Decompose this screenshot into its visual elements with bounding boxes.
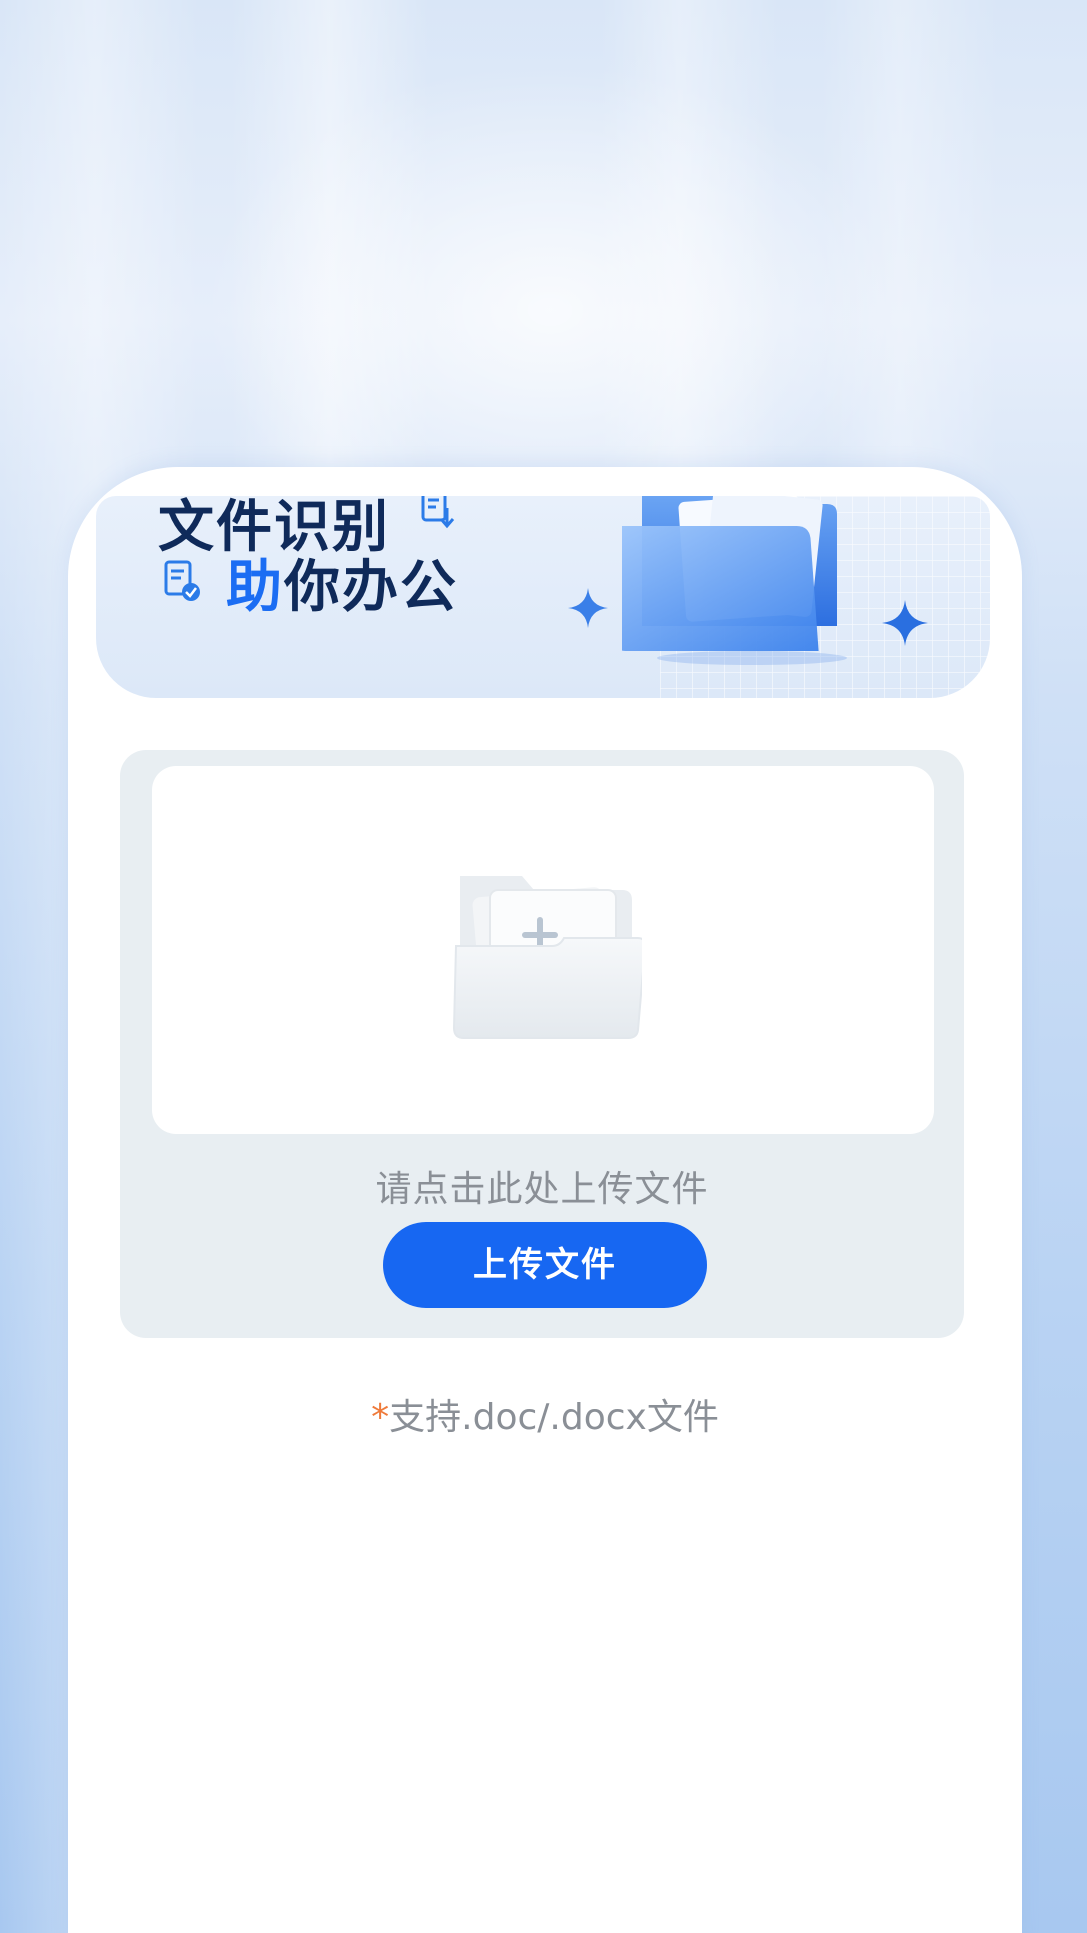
upload-hint[interactable]: 请点击此处上传文件: [120, 1160, 964, 1212]
required-asterisk: *: [371, 1397, 390, 1438]
banner-title-accent: 助: [226, 555, 284, 620]
document-download-icon: [421, 496, 455, 529]
page: 文件识别 助你办公 请点击此处上传文件 上传文件 *支持.doc/.docx文件: [0, 0, 1087, 1933]
supported-formats-note: *支持.doc/.docx文件: [68, 1388, 1022, 1440]
sparkle-icon: [882, 600, 928, 646]
folder-plus-icon[interactable]: [442, 868, 642, 1040]
upload-file-button[interactable]: 上传文件: [383, 1222, 707, 1308]
document-check-icon: [164, 560, 200, 601]
banner-title-rest: 你办公: [284, 555, 458, 620]
blue-folder-illustration: [622, 496, 847, 665]
banner: 文件识别 助你办公: [96, 496, 990, 698]
banner-title-line2: 助你办公: [226, 542, 458, 623]
supported-formats-text: 支持.doc/.docx文件: [389, 1397, 719, 1438]
sparkle-icon: [568, 588, 608, 628]
